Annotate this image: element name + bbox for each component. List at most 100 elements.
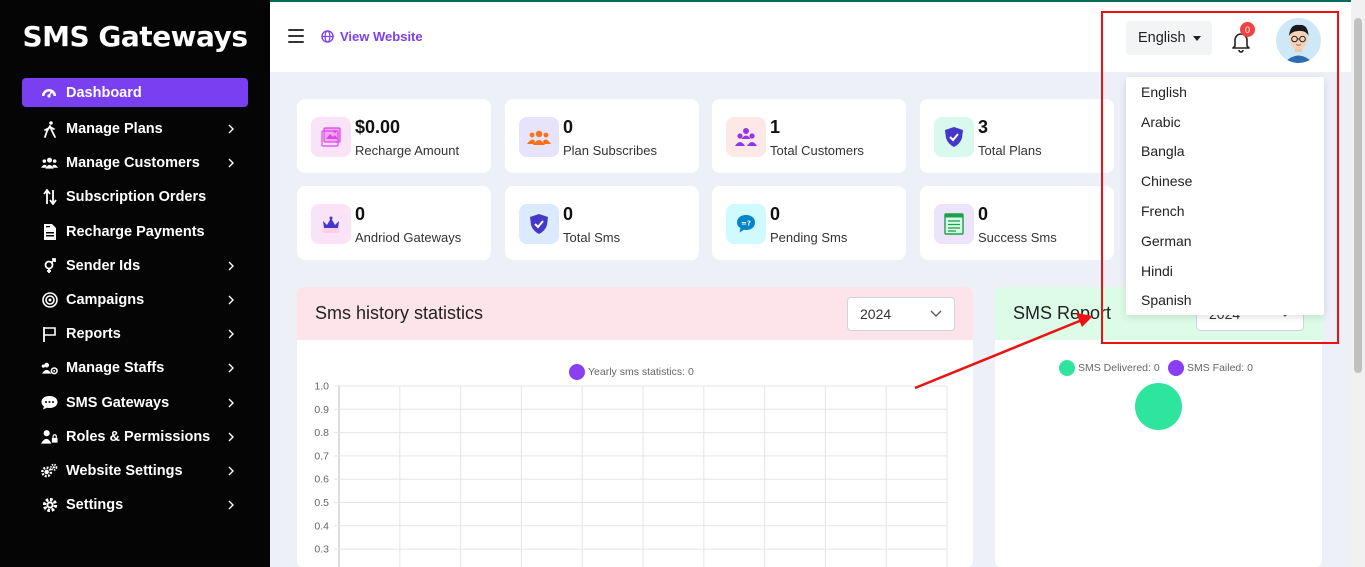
year-select-value: 2024 [860,306,892,322]
chevron-right-icon [228,432,234,442]
stat-label: Andriod Gateways [355,230,462,245]
y-tick-label: 0.6 [314,474,329,486]
sidebar-item-subscription-orders[interactable]: Subscription Orders [0,180,270,214]
stat-value: $0.00 [355,117,401,137]
chart-legend-failed[interactable]: SMS Failed: 0 [1168,360,1253,376]
stat-value: 0 [355,204,366,224]
chevron-right-icon [228,295,234,305]
sidebar-item-label: Manage Staffs [66,360,165,377]
stat-label: Pending Sms [770,230,848,245]
stat-card-android-gateways: 0 Andriod Gateways [297,186,491,260]
y-tick-label: 0.7 [314,450,329,462]
sidebar-item-label: Sender Ids [66,257,141,274]
sidebar: SMS Gateways Dashboard Manage Plans Mana… [0,0,270,567]
stat-card-success-sms: 0 Success Sms [920,186,1114,260]
users-cog-icon [41,360,58,377]
stat-value: 0 [978,204,989,224]
sort-icon [41,189,58,206]
chevron-right-icon [228,124,234,134]
sidebar-item-manage-staffs[interactable]: Manage Staffs [0,351,270,385]
stat-card-pending-sms: =? 0 Pending Sms [712,186,906,260]
sidebar-item-label: Roles & Permissions [66,428,211,445]
sms-history-panel: Sms history statistics 2024 Yearly sms s… [297,287,973,567]
file-invoice-icon [41,223,58,240]
sidebar-item-recharge-payments[interactable]: Recharge Payments [0,215,270,249]
flag-icon [41,326,58,343]
stat-card-total-plans: 3 Total Plans [920,99,1114,173]
shield-check-icon [519,204,559,244]
chat-question-icon: =? [726,204,766,244]
crown-icon [311,204,351,244]
gear-icon [41,497,58,514]
scrollbar-thumb[interactable] [1354,18,1362,373]
sidebar-item-label: Settings [66,497,124,514]
sidebar-item-campaigns[interactable]: Campaigns [0,283,270,317]
chart-legend-delivered[interactable]: SMS Delivered: 0 [1059,360,1160,376]
sidebar-item-settings[interactable]: Settings [0,488,270,522]
venus-mars-icon [41,257,58,274]
sidebar-item-label: Manage Customers [66,155,200,172]
hamburger-menu-icon[interactable] [288,29,304,43]
sidebar-item-dashboard[interactable]: Dashboard [22,78,248,107]
sms-history-chart: 1.0 0.9 0.8 0.7 0.6 0.5 0.4 0.3 [314,381,948,567]
sidebar-item-manage-customers[interactable]: Manage Customers [0,146,270,180]
sidebar-item-manage-plans[interactable]: Manage Plans [0,112,270,146]
panel-title: SMS Report [1013,303,1112,323]
sms-report-pie-slice[interactable] [1135,383,1182,430]
svg-text:=?: =? [741,220,751,228]
sidebar-item-label: Dashboard [66,84,142,101]
brand-logo[interactable]: SMS Gateways [0,0,270,72]
shield-check-icon [934,117,974,157]
sidebar-item-sender-ids[interactable]: Sender Ids [0,249,270,283]
stat-value: 0 [563,204,574,224]
sidebar-item-label: Campaigns [66,292,145,309]
chevron-right-icon [228,398,234,408]
legend-swatch [1168,360,1184,376]
sidebar-item-label: SMS Gateways [66,394,170,411]
bullseye-icon [41,292,58,309]
stat-card-plan-subscribes: 0 Plan Subscribes [505,99,699,173]
legend-label: SMS Delivered: 0 [1078,362,1160,374]
users-icon [519,117,559,157]
stat-value: 3 [978,117,989,137]
chevron-right-icon [228,466,234,476]
list-document-icon [934,204,974,244]
chevron-right-icon [228,329,234,339]
sidebar-item-reports[interactable]: Reports [0,317,270,351]
chevron-right-icon [228,500,234,510]
cogs-icon [41,462,58,479]
stat-value: 0 [563,117,574,137]
panel-header: Sms history statistics 2024 [297,287,973,340]
dashboard-icon [40,84,57,101]
view-website-link[interactable]: View Website [321,29,423,44]
y-tick-label: 0.5 [314,497,329,509]
y-tick-label: 0.4 [314,520,329,532]
y-tick-label: 0.9 [314,404,329,416]
users-group-icon [726,117,766,157]
y-tick-label: 0.8 [314,427,329,439]
panel-title: Sms history statistics [315,303,484,323]
legend-swatch [1059,360,1075,376]
globe-icon [321,30,334,43]
stat-label: Recharge Amount [355,143,460,158]
sidebar-item-label: Reports [66,326,121,343]
sidebar-item-website-settings[interactable]: Website Settings [0,454,270,488]
chevron-right-icon [228,261,234,271]
y-tick-label: 0.3 [314,544,329,556]
sidebar-nav: Dashboard Manage Plans Manage Customers … [0,72,270,522]
stat-value: 1 [770,117,781,137]
stat-label: Total Sms [563,230,621,245]
chevron-right-icon [228,363,234,373]
chevron-down-icon [930,310,942,317]
year-select[interactable]: 2024 [847,297,955,331]
stat-label: Total Customers [770,143,864,158]
view-website-label: View Website [340,29,423,44]
image-icon [311,117,351,157]
stat-label: Total Plans [978,143,1042,158]
sidebar-item-label: Recharge Payments [66,223,205,240]
chat-icon [41,394,58,411]
stat-card-total-customers: 1 Total Customers [712,99,906,173]
page-scrollbar[interactable] [1351,0,1365,567]
sidebar-item-roles-permissions[interactable]: Roles & Permissions [0,420,270,454]
sidebar-item-sms-gateways[interactable]: SMS Gateways [0,386,270,420]
